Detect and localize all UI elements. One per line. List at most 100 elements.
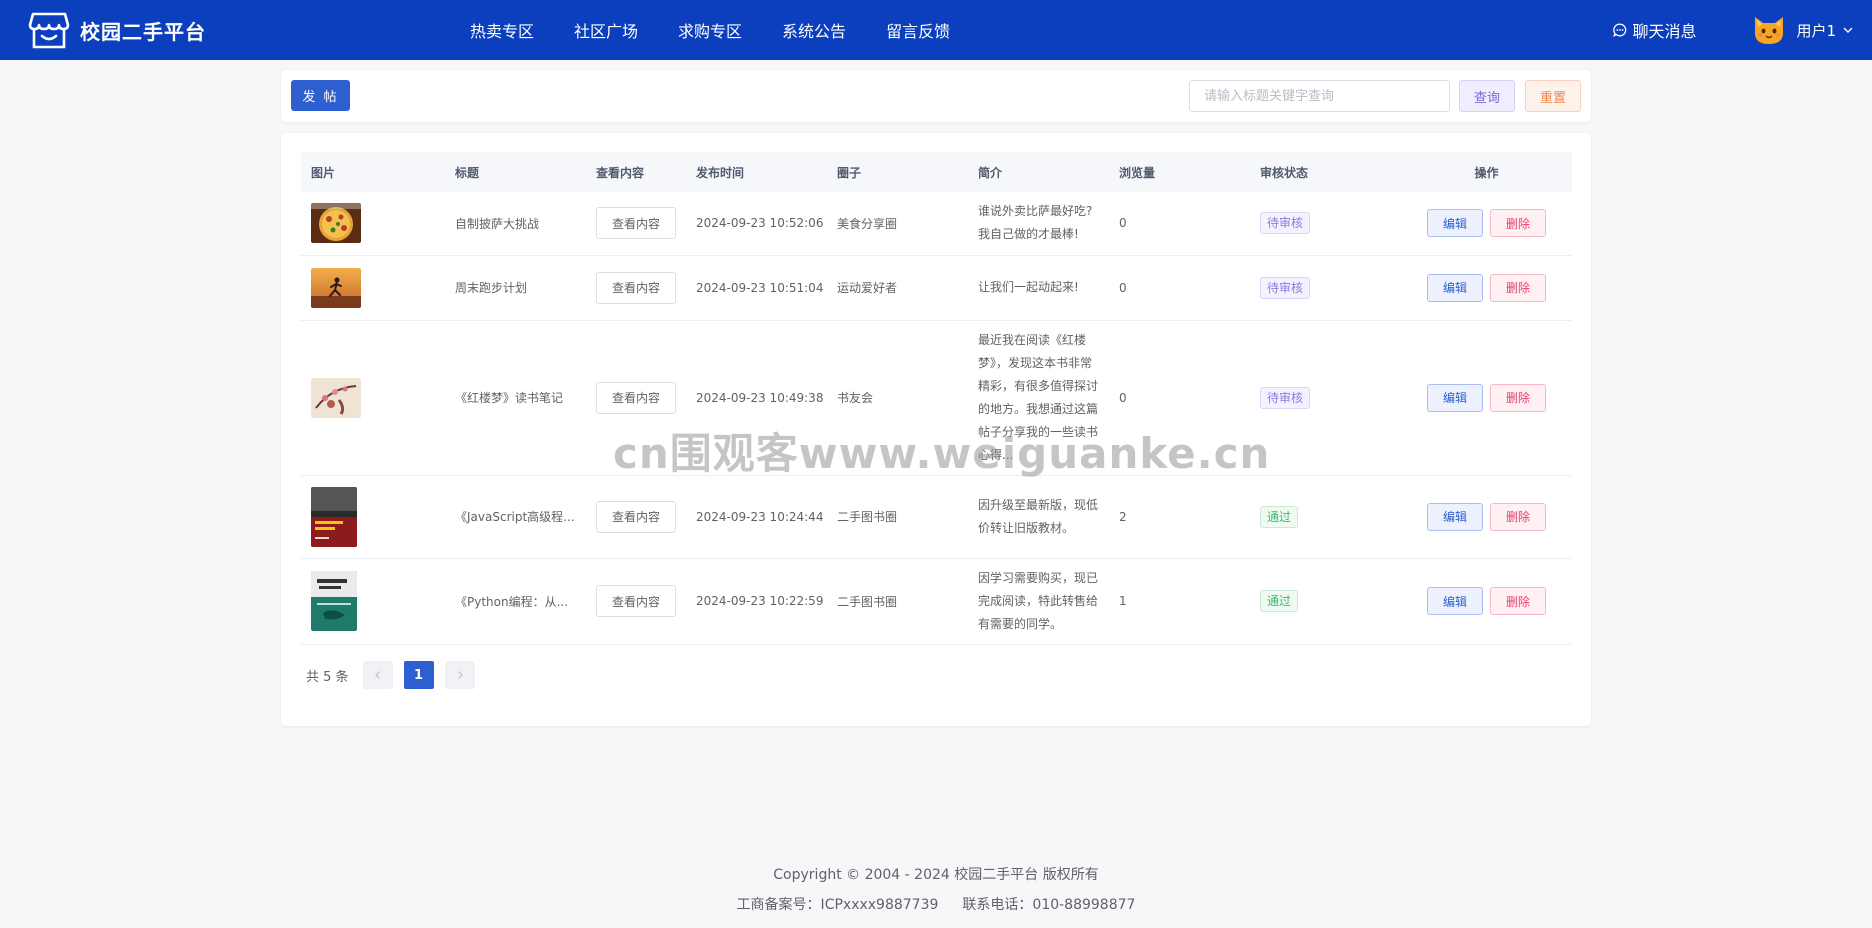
table-row: 《Python编程：从... 查看内容 2024-09-23 10:22:59 … [301, 558, 1572, 645]
row-title: 自制披萨大挑战 [445, 192, 586, 256]
footer: Copyright © 2004 - 2024 校园二手平台 版权所有 工商备案… [0, 860, 1872, 920]
chat-icon [1613, 23, 1627, 37]
cat-avatar-icon[interactable] [1752, 13, 1786, 47]
edit-button[interactable]: 编辑 [1427, 273, 1483, 302]
row-views: 1 [1109, 558, 1250, 645]
status-badge: 通过 [1260, 590, 1299, 612]
row-time: 2024-09-23 10:22:59 [686, 558, 827, 645]
row-time: 2024-09-23 10:49:38 [686, 320, 827, 476]
view-content-button[interactable]: 查看内容 [596, 271, 676, 304]
row-intro: 最近我在阅读《红楼梦》，发现这本书非常精彩，有很多值得探讨的地方。我想通过这篇帖… [968, 320, 1109, 476]
logo[interactable]: 校园二手平台 [28, 10, 206, 50]
chevron-down-icon [1843, 27, 1853, 33]
col-title: 标题 [455, 165, 480, 180]
delete-button[interactable]: 删除 [1490, 502, 1546, 531]
table-row: 自制披萨大挑战 查看内容 2024-09-23 10:52:06 美食分享圈 谁… [301, 192, 1572, 256]
next-page-button[interactable] [444, 661, 475, 689]
row-time: 2024-09-23 10:24:44 [686, 475, 827, 559]
reset-button[interactable]: 重置 [1525, 80, 1581, 112]
delete-button[interactable]: 删除 [1490, 273, 1546, 302]
row-circle: 书友会 [827, 320, 968, 476]
user-menu[interactable]: 用户1 [1796, 20, 1854, 41]
javascript-book-thumbnail[interactable] [311, 486, 357, 547]
nav-announcements[interactable]: 系统公告 [782, 18, 846, 42]
toolbar-card: 发 帖 查询 重置 [281, 70, 1591, 122]
row-views: 0 [1109, 320, 1250, 476]
header-right: 聊天消息 用户1 [1613, 0, 1854, 60]
status-badge: 待审核 [1260, 386, 1311, 409]
col-views: 浏览量 [1119, 165, 1156, 180]
row-time: 2024-09-23 10:51:04 [686, 255, 827, 321]
edit-button[interactable]: 编辑 [1427, 209, 1483, 238]
pagination-total: 共 5 条 [306, 669, 349, 685]
row-circle: 运动爱好者 [827, 255, 968, 321]
col-image: 图片 [311, 165, 336, 180]
nav-community[interactable]: 社区广场 [574, 18, 638, 42]
top-header: 校园二手平台 热卖专区 社区广场 求购专区 系统公告 留言反馈 聊天消息 用户1 [0, 0, 1872, 60]
prev-page-button[interactable] [362, 661, 393, 689]
pagination: 共 5 条 1 [306, 661, 486, 689]
row-time: 2024-09-23 10:52:06 [686, 192, 827, 256]
query-button[interactable]: 查询 [1459, 80, 1515, 112]
running-thumbnail[interactable] [311, 267, 361, 308]
page-number[interactable]: 1 [403, 661, 434, 689]
row-title: 《红楼梦》读书笔记 [445, 320, 586, 476]
row-intro: 谁说外卖比萨最好吃?我自己做的才最棒! [968, 192, 1109, 256]
row-intro: 让我们一起动起来! [968, 255, 1109, 321]
table-row: 《JavaScript高级程... 查看内容 2024-09-23 10:24:… [301, 475, 1572, 559]
col-intro: 简介 [978, 165, 1003, 180]
nav-hot-sale[interactable]: 热卖专区 [470, 18, 534, 42]
view-content-button[interactable]: 查看内容 [596, 207, 676, 240]
row-circle: 二手图书圈 [827, 558, 968, 645]
nav-wanted[interactable]: 求购专区 [678, 18, 742, 42]
table-header-row: 图片 标题 查看内容 发布时间 圈子 简介 浏览量 审核状态 操作 [301, 152, 1572, 192]
chat-label: 聊天消息 [1632, 22, 1697, 41]
row-views: 0 [1109, 192, 1250, 256]
col-view-content: 查看内容 [596, 165, 645, 180]
delete-button[interactable]: 删除 [1490, 383, 1546, 412]
table-row: 周末跑步计划 查看内容 2024-09-23 10:51:04 运动爱好者 让我… [301, 255, 1572, 321]
row-views: 0 [1109, 255, 1250, 321]
edit-button[interactable]: 编辑 [1427, 587, 1483, 615]
row-title: 《JavaScript高级程... [445, 475, 586, 559]
view-content-button[interactable]: 查看内容 [596, 585, 676, 617]
footer-phone: 联系电话：010-88998877 [962, 897, 1136, 913]
chat-messages-link[interactable]: 聊天消息 [1613, 18, 1696, 42]
view-content-button[interactable]: 查看内容 [596, 381, 676, 414]
posts-table: 图片 标题 查看内容 发布时间 圈子 简介 浏览量 审核状态 操作 自制披萨大挑… [301, 152, 1572, 645]
row-circle: 美食分享圈 [827, 192, 968, 256]
col-publish-time: 发布时间 [696, 165, 745, 180]
chevron-right-icon [457, 671, 463, 679]
row-title: 周末跑步计划 [445, 255, 586, 321]
post-button[interactable]: 发 帖 [291, 80, 350, 111]
nav-feedback[interactable]: 留言反馈 [886, 18, 950, 42]
col-circle: 圈子 [837, 165, 862, 180]
row-intro: 因升级至最新版，现低价转让旧版教材。 [968, 475, 1109, 559]
row-views: 2 [1109, 475, 1250, 559]
footer-icp: 工商备案号：ICPxxxx9887739 [736, 897, 939, 913]
search-input[interactable] [1189, 80, 1450, 112]
view-content-button[interactable]: 查看内容 [596, 500, 676, 533]
footer-copyright: Copyright © 2004 - 2024 校园二手平台 版权所有 [773, 867, 1099, 883]
table-row: 《红楼梦》读书笔记 查看内容 2024-09-23 10:49:38 书友会 最… [301, 320, 1572, 476]
username: 用户1 [1796, 21, 1836, 40]
python-book-thumbnail[interactable] [311, 571, 357, 631]
delete-button[interactable]: 删除 [1490, 209, 1546, 238]
status-badge: 通过 [1260, 505, 1299, 528]
edit-button[interactable]: 编辑 [1427, 502, 1483, 531]
shop-icon [28, 12, 70, 49]
app-title: 校园二手平台 [80, 19, 206, 44]
footer-info: 工商备案号：ICPxxxx9887739 联系电话：010-88998877 [0, 890, 1872, 920]
col-actions: 操作 [1474, 165, 1499, 180]
status-badge: 待审核 [1260, 212, 1311, 235]
delete-button[interactable]: 删除 [1490, 587, 1546, 615]
edit-button[interactable]: 编辑 [1427, 383, 1483, 412]
pizza-thumbnail[interactable] [311, 203, 361, 244]
main-nav: 热卖专区 社区广场 求购专区 系统公告 留言反馈 [470, 0, 990, 60]
col-review-status: 审核状态 [1260, 165, 1309, 180]
chevron-left-icon [374, 671, 380, 679]
row-circle: 二手图书圈 [827, 475, 968, 559]
posts-card: 图片 标题 查看内容 发布时间 圈子 简介 浏览量 审核状态 操作 自制披萨大挑… [281, 133, 1591, 726]
row-title: 《Python编程：从... [445, 558, 586, 645]
painting-thumbnail[interactable] [311, 377, 361, 418]
